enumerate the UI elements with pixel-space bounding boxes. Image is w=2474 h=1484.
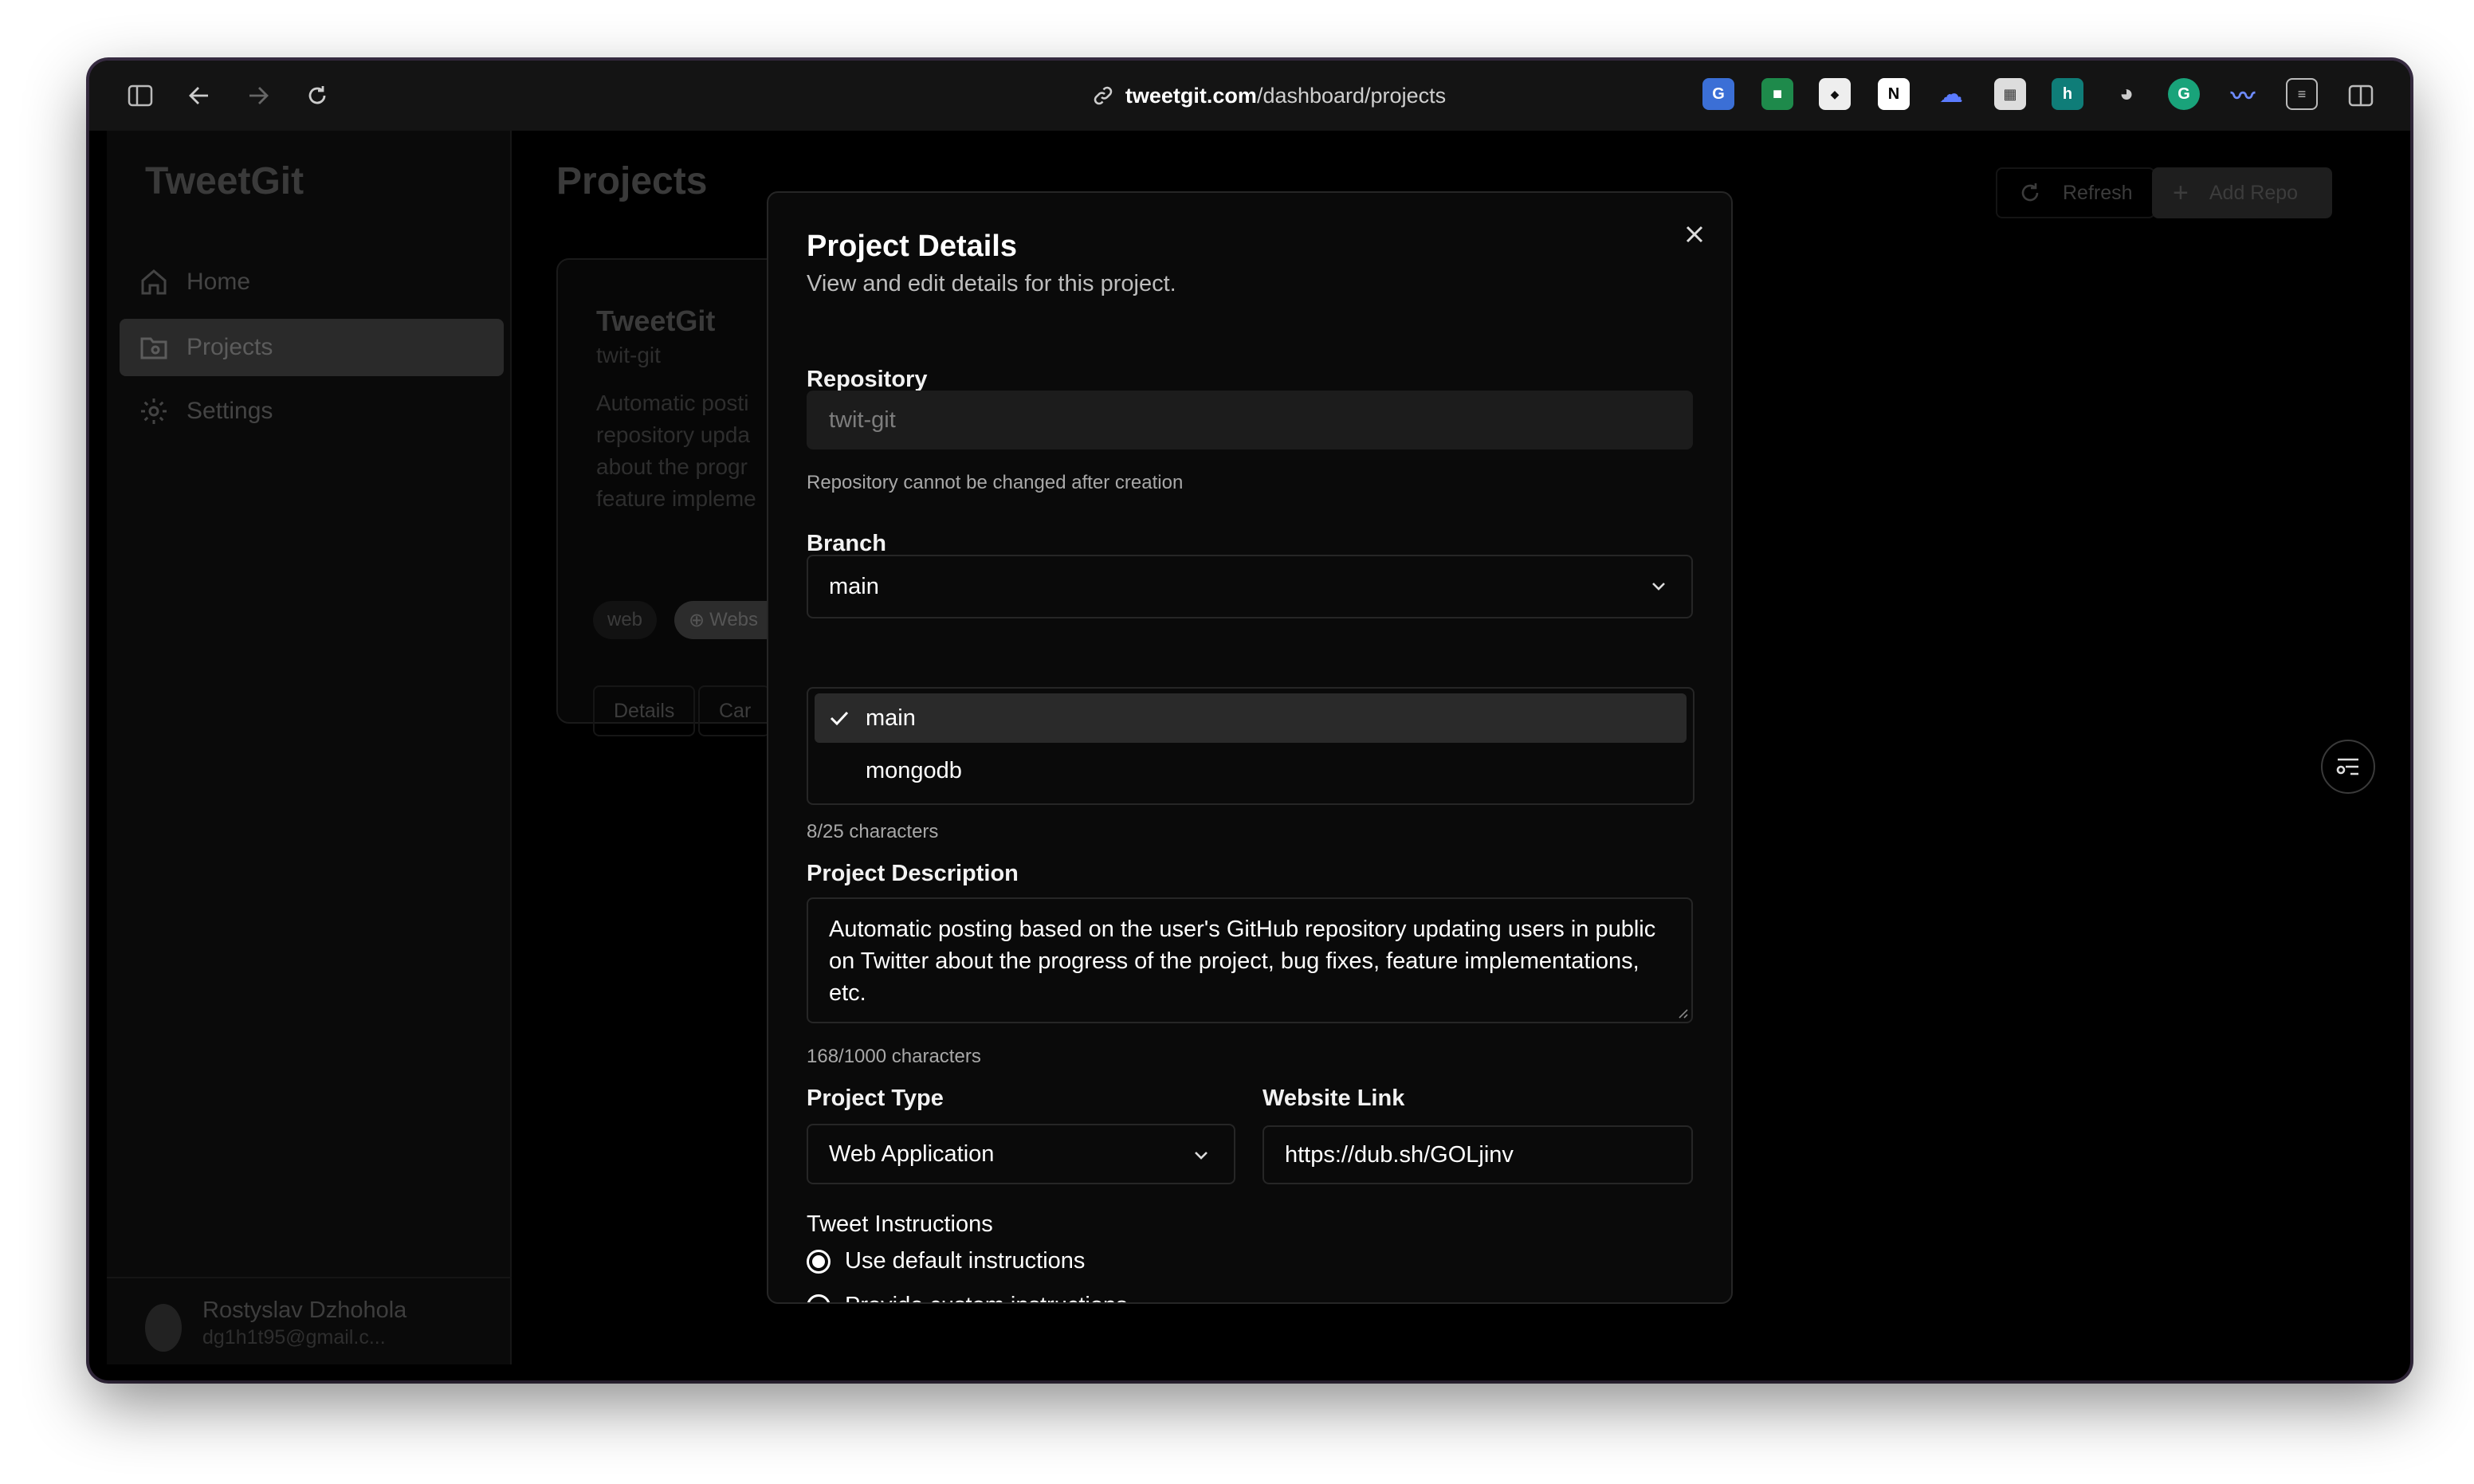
url-host: tweetgit.com bbox=[1125, 83, 1257, 108]
branch-label: Branch bbox=[807, 531, 886, 556]
check-icon bbox=[830, 711, 849, 726]
user-profile[interactable]: Rostyslav Dzhohola dg1h1t95@gmail.c... bbox=[107, 1277, 512, 1364]
project-type-select[interactable]: Web Application bbox=[807, 1124, 1235, 1184]
doc-extension-icon[interactable]: ◆ bbox=[1819, 78, 1851, 110]
sidebar-item-label: Projects bbox=[187, 334, 273, 360]
image-extension-icon[interactable]: ▦ bbox=[1994, 78, 2026, 110]
grammarly-extension-icon[interactable]: G bbox=[2168, 78, 2200, 110]
website-chip[interactable]: ⊕ Webs bbox=[674, 601, 773, 639]
branch-dropdown: main mongodb bbox=[807, 687, 1694, 805]
bird-extension-icon[interactable]: ☁ bbox=[1935, 78, 1967, 110]
details-button[interactable]: Details bbox=[593, 685, 696, 736]
green-extension-icon[interactable]: ■ bbox=[1761, 78, 1793, 110]
dialog-title: Project Details bbox=[807, 230, 1017, 263]
chevron-down-icon bbox=[1652, 583, 1665, 591]
card-subtitle: twit-git bbox=[596, 343, 661, 367]
home-icon bbox=[141, 269, 167, 295]
notion-extension-icon[interactable]: N bbox=[1878, 78, 1910, 110]
repository-label: Repository bbox=[807, 367, 928, 392]
tag-chip: web bbox=[593, 601, 658, 639]
description-textarea[interactable]: Automatic posting based on the user's Gi… bbox=[807, 897, 1693, 1023]
sidebar-item-label: Home bbox=[187, 269, 251, 295]
radio-default-instructions[interactable]: Use default instructions bbox=[807, 1248, 1085, 1274]
plus-icon: + bbox=[2173, 177, 2189, 208]
back-arrow-icon[interactable] bbox=[182, 78, 217, 113]
floating-menu-button[interactable] bbox=[2321, 740, 2375, 794]
resize-handle-icon[interactable] bbox=[1675, 1006, 1688, 1019]
radio-custom-instructions[interactable]: Provide custom instructions bbox=[807, 1293, 1128, 1302]
add-repo-button[interactable]: + Add Repo bbox=[2152, 167, 2332, 218]
page-title: Projects bbox=[556, 160, 708, 202]
reload-icon[interactable] bbox=[300, 78, 335, 113]
sidebar-item-label: Settings bbox=[187, 398, 273, 424]
sidebar-item-home[interactable]: Home bbox=[120, 253, 504, 311]
translate-extension-icon[interactable]: G bbox=[1702, 78, 1734, 110]
browser-toolbar: tweetgit.com/dashboard/projects G ■ ◆ N … bbox=[89, 61, 2410, 131]
branch-option-mongodb[interactable]: mongodb bbox=[815, 746, 1687, 795]
brand-logo: TweetGit bbox=[145, 160, 304, 202]
browser-window: tweetgit.com/dashboard/projects G ■ ◆ N … bbox=[89, 61, 2410, 1380]
tweet-instructions-label: Tweet Instructions bbox=[807, 1211, 993, 1237]
refresh-button[interactable]: Refresh bbox=[1996, 167, 2155, 218]
website-link-input[interactable]: https://dub.sh/GOLjinv bbox=[1263, 1125, 1693, 1184]
description-label: Project Description bbox=[807, 861, 1019, 886]
close-button[interactable] bbox=[1677, 217, 1712, 252]
close-icon bbox=[1686, 226, 1703, 243]
sidebar-item-settings[interactable]: Settings bbox=[120, 383, 504, 440]
card-secondary-button[interactable]: Car bbox=[698, 685, 771, 736]
projects-icon bbox=[140, 337, 167, 359]
ghost-extension-icon[interactable]: ◕ bbox=[2111, 78, 2142, 110]
chevron-down-icon bbox=[1195, 1152, 1208, 1160]
description-counter: 168/1000 characters bbox=[807, 1046, 981, 1067]
project-details-dialog: Project Details View and edit details fo… bbox=[767, 191, 1733, 1304]
url-path: /dashboard/projects bbox=[1256, 83, 1447, 108]
radio-button[interactable] bbox=[807, 1294, 831, 1302]
gear-icon bbox=[141, 398, 167, 424]
teal-extension-icon[interactable]: h bbox=[2052, 78, 2083, 110]
radio-button[interactable] bbox=[807, 1249, 831, 1274]
project-type-label: Project Type bbox=[807, 1086, 944, 1111]
globe-icon: ⊕ bbox=[689, 609, 705, 631]
filter-list-icon bbox=[2336, 758, 2358, 775]
link-icon bbox=[1094, 86, 1113, 105]
user-name: Rostyslav Dzhohola bbox=[202, 1298, 407, 1323]
split-view-icon[interactable] bbox=[2343, 78, 2378, 113]
forward-arrow-icon[interactable] bbox=[241, 78, 276, 113]
sidebar-item-projects[interactable]: Projects bbox=[120, 319, 504, 376]
address-bar[interactable]: tweetgit.com/dashboard/projects bbox=[1046, 78, 1492, 113]
dialog-subtitle: View and edit details for this project. bbox=[807, 271, 1176, 296]
wave-extension-icon[interactable]: 〰 bbox=[2227, 78, 2259, 110]
app-sidebar bbox=[107, 131, 512, 1364]
list-extension-icon[interactable]: ≡ bbox=[2286, 78, 2318, 110]
user-email: dg1h1t95@gmail.c... bbox=[202, 1326, 386, 1349]
repository-hint: Repository cannot be changed after creat… bbox=[807, 472, 1184, 493]
refresh-icon bbox=[2021, 183, 2039, 202]
card-title: TweetGit bbox=[596, 304, 716, 337]
avatar bbox=[145, 1304, 182, 1352]
branch-option-main[interactable]: main bbox=[815, 693, 1687, 743]
repository-input: twit-git bbox=[807, 391, 1693, 450]
branch-counter: 8/25 characters bbox=[807, 821, 939, 842]
website-link-label: Website Link bbox=[1263, 1086, 1405, 1111]
sidebar-toggle-icon[interactable] bbox=[123, 78, 158, 113]
branch-select[interactable]: main bbox=[807, 555, 1693, 618]
